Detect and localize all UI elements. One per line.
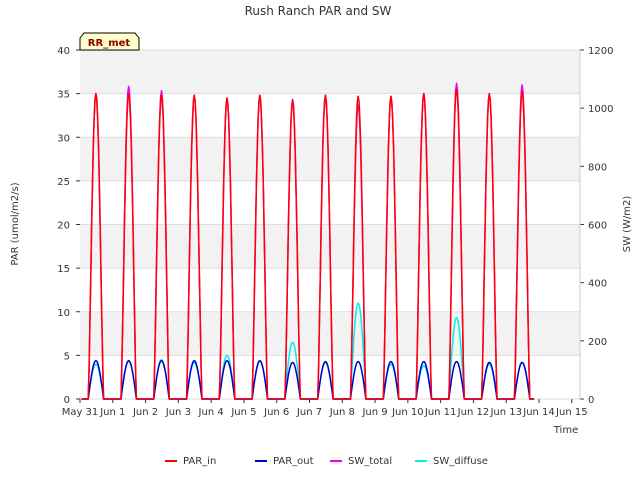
x-tick-label: Jun 9 bbox=[361, 407, 387, 418]
grid-band bbox=[80, 137, 580, 181]
y-right-tick-label: 1000 bbox=[588, 104, 613, 115]
x-tick-label: Jun 4 bbox=[198, 407, 224, 418]
legend-label: SW_diffuse bbox=[433, 456, 488, 467]
x-tick-label: May 31 bbox=[62, 407, 99, 418]
y-left-tick-label: 30 bbox=[57, 133, 70, 144]
y-left-tick-label: 10 bbox=[57, 308, 70, 319]
site-label-box: RR_met bbox=[79, 32, 140, 51]
grid-band bbox=[80, 50, 580, 94]
y-right-tick-label: 0 bbox=[588, 395, 594, 406]
par-sw-chart: 0510152025303540020040060080010001200May… bbox=[0, 0, 640, 480]
y-left-tick-label: 40 bbox=[57, 46, 70, 57]
x-tick-label: Jun 11 bbox=[424, 407, 457, 418]
x-axis-label: Time bbox=[553, 425, 578, 436]
chart-title: Rush Ranch PAR and SW bbox=[245, 4, 392, 18]
chart-container: 0 5 10 15 20 25 30 35 40 0 200 400 600 800 1000 1200 May… bbox=[0, 0, 640, 480]
x-tick-label: Jun 2 bbox=[132, 407, 158, 418]
x-tick-label: Jun 6 bbox=[263, 407, 289, 418]
y-right-tick-label: 1200 bbox=[588, 46, 613, 57]
y-axis-right-label: SW (W/m2) bbox=[622, 196, 633, 253]
x-tick-label: Jun 7 bbox=[296, 407, 322, 418]
legend-label: SW_total bbox=[348, 456, 392, 467]
y-left-tick-label: 0 bbox=[64, 395, 70, 406]
y-right-tick-label: 600 bbox=[588, 221, 607, 232]
y-right-tick-label: 800 bbox=[588, 162, 607, 173]
y-left-tick-label: 25 bbox=[57, 177, 70, 188]
x-tick-label: Jun 13 bbox=[489, 407, 522, 418]
x-tick-label: Jun 12 bbox=[457, 407, 490, 418]
site-label: RR_met bbox=[88, 38, 131, 49]
legend-label: PAR_out bbox=[273, 456, 314, 467]
y-right-tick-label: 200 bbox=[588, 337, 607, 348]
y-left-tick-label: 15 bbox=[57, 264, 70, 275]
legend-label: PAR_in bbox=[183, 456, 216, 467]
x-tick-label: Jun 10 bbox=[391, 407, 424, 418]
x-tick-label: Jun 15 bbox=[555, 407, 588, 418]
x-tick-label: Jun 14 bbox=[522, 407, 555, 418]
y-left-tick-label: 35 bbox=[57, 90, 70, 101]
y-left-tick-label: 5 bbox=[64, 351, 70, 362]
y-left-tick-label: 20 bbox=[57, 221, 70, 232]
x-tick-label: Jun 3 bbox=[165, 407, 191, 418]
y-right-tick-label: 400 bbox=[588, 279, 607, 290]
x-tick-label: Jun 5 bbox=[230, 407, 256, 418]
x-tick-label: Jun 8 bbox=[329, 407, 355, 418]
x-tick-label: Jun 1 bbox=[99, 407, 125, 418]
y-axis-left-label: PAR (umol/m2/s) bbox=[10, 182, 21, 265]
